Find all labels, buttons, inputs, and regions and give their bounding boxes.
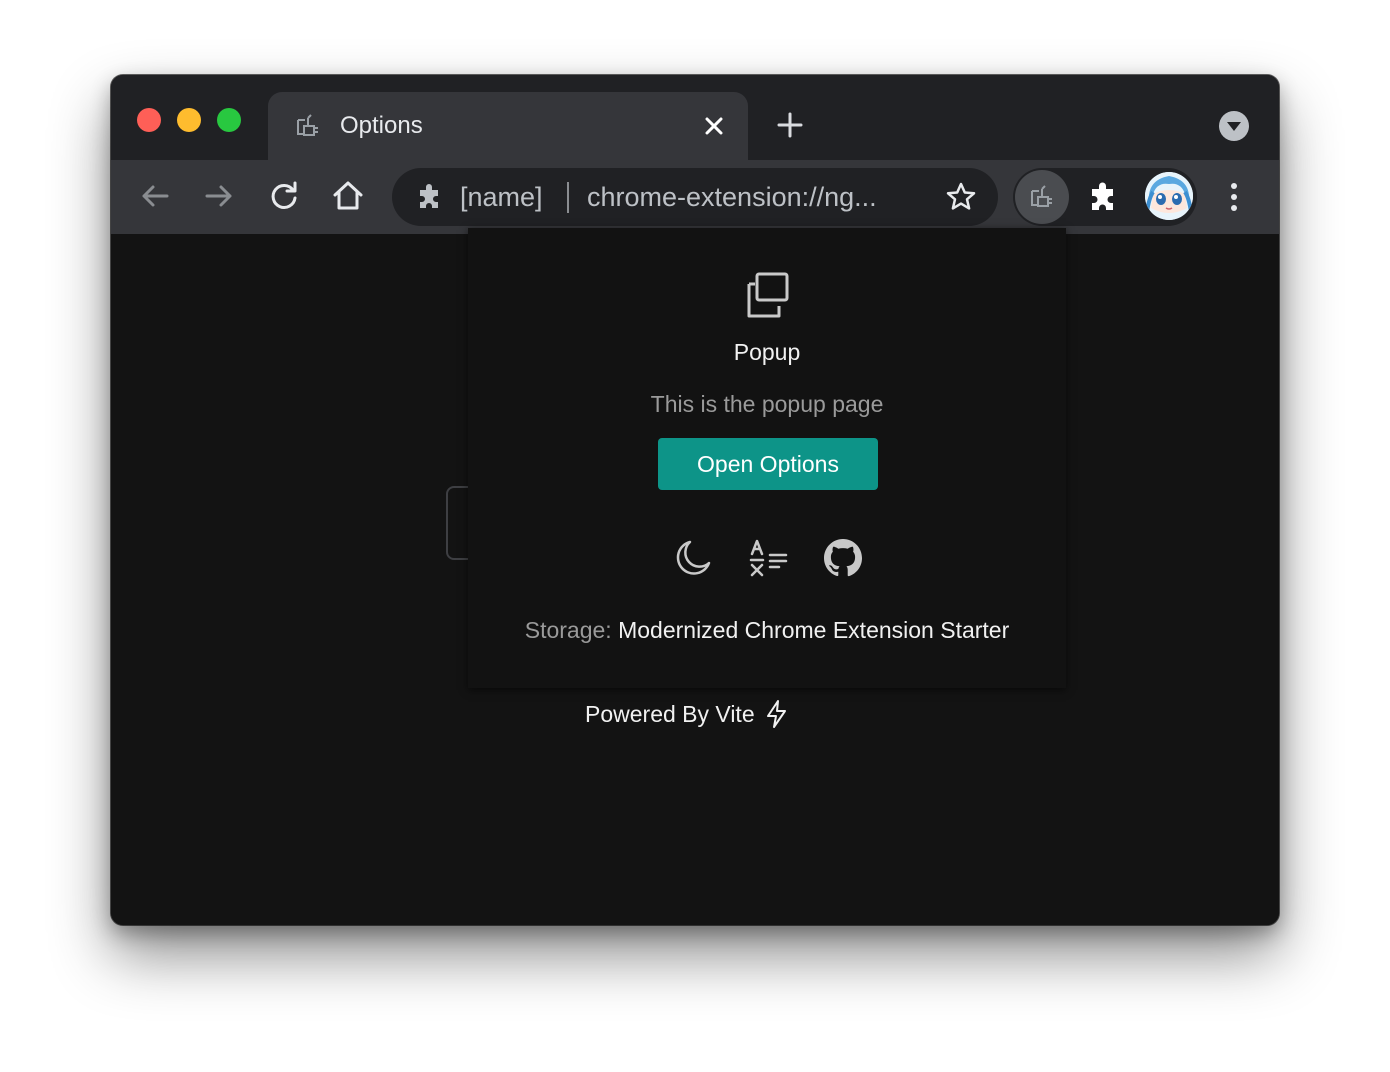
back-arrow-icon[interactable]	[137, 178, 173, 214]
chevron-down-icon	[1227, 122, 1241, 131]
extensions-area	[1013, 168, 1197, 226]
close-tab-icon[interactable]	[700, 112, 728, 140]
address-separator	[567, 182, 569, 213]
lightning-icon	[766, 700, 786, 728]
url-text[interactable]: chrome-extension://ng...	[587, 180, 877, 214]
browser-window: Options [name] chrome-extension://ng... …	[111, 75, 1279, 925]
address-bar[interactable]: [name] chrome-extension://ng...	[392, 168, 998, 226]
browser-toolbar: [name] chrome-extension://ng...	[111, 160, 1279, 234]
more-menu-icon[interactable]	[1220, 178, 1248, 216]
reload-icon[interactable]	[266, 178, 302, 214]
windows-stack-icon	[747, 272, 789, 318]
site-name: [name]	[460, 182, 543, 212]
tab-title: Options	[340, 112, 423, 139]
open-options-button[interactable]: Open Options	[658, 438, 878, 490]
star-bookmark-icon[interactable]	[945, 181, 977, 213]
home-icon[interactable]	[330, 178, 366, 214]
tab-options[interactable]: Options	[268, 92, 748, 160]
title-bar: Options	[111, 75, 1279, 160]
extension-favicon-icon	[297, 114, 318, 136]
translate-icon[interactable]	[748, 538, 788, 578]
profile-avatar[interactable]	[1145, 172, 1193, 220]
new-tab-icon[interactable]	[775, 110, 805, 140]
minimize-window-button[interactable]	[177, 108, 201, 132]
active-extension-button[interactable]	[1015, 170, 1069, 224]
storage-line: Storage: Modernized Chrome Extension Sta…	[468, 614, 1066, 646]
powered-by-text: Powered By Vite	[585, 701, 755, 727]
tab-search-button[interactable]	[1219, 111, 1249, 141]
storage-label: Storage:	[524, 617, 612, 643]
popup-description: This is the popup page	[650, 391, 884, 417]
puzzle-icon	[420, 184, 438, 208]
extension-favicon-icon	[1031, 185, 1052, 207]
storage-value: Modernized Chrome Extension Starter	[618, 617, 1010, 643]
extensions-puzzle-icon[interactable]	[1087, 181, 1119, 213]
forward-arrow-icon[interactable]	[201, 178, 237, 214]
maximize-window-button[interactable]	[217, 108, 241, 132]
powered-by-footer: Powered By Vite	[585, 698, 791, 730]
extension-popup: Popup This is the popup page Open Option…	[468, 228, 1066, 688]
close-window-button[interactable]	[137, 108, 161, 132]
moon-icon[interactable]	[673, 538, 713, 578]
github-icon[interactable]	[823, 538, 863, 578]
popup-title: Popup	[733, 339, 801, 365]
anime-avatar-icon	[1145, 172, 1193, 220]
